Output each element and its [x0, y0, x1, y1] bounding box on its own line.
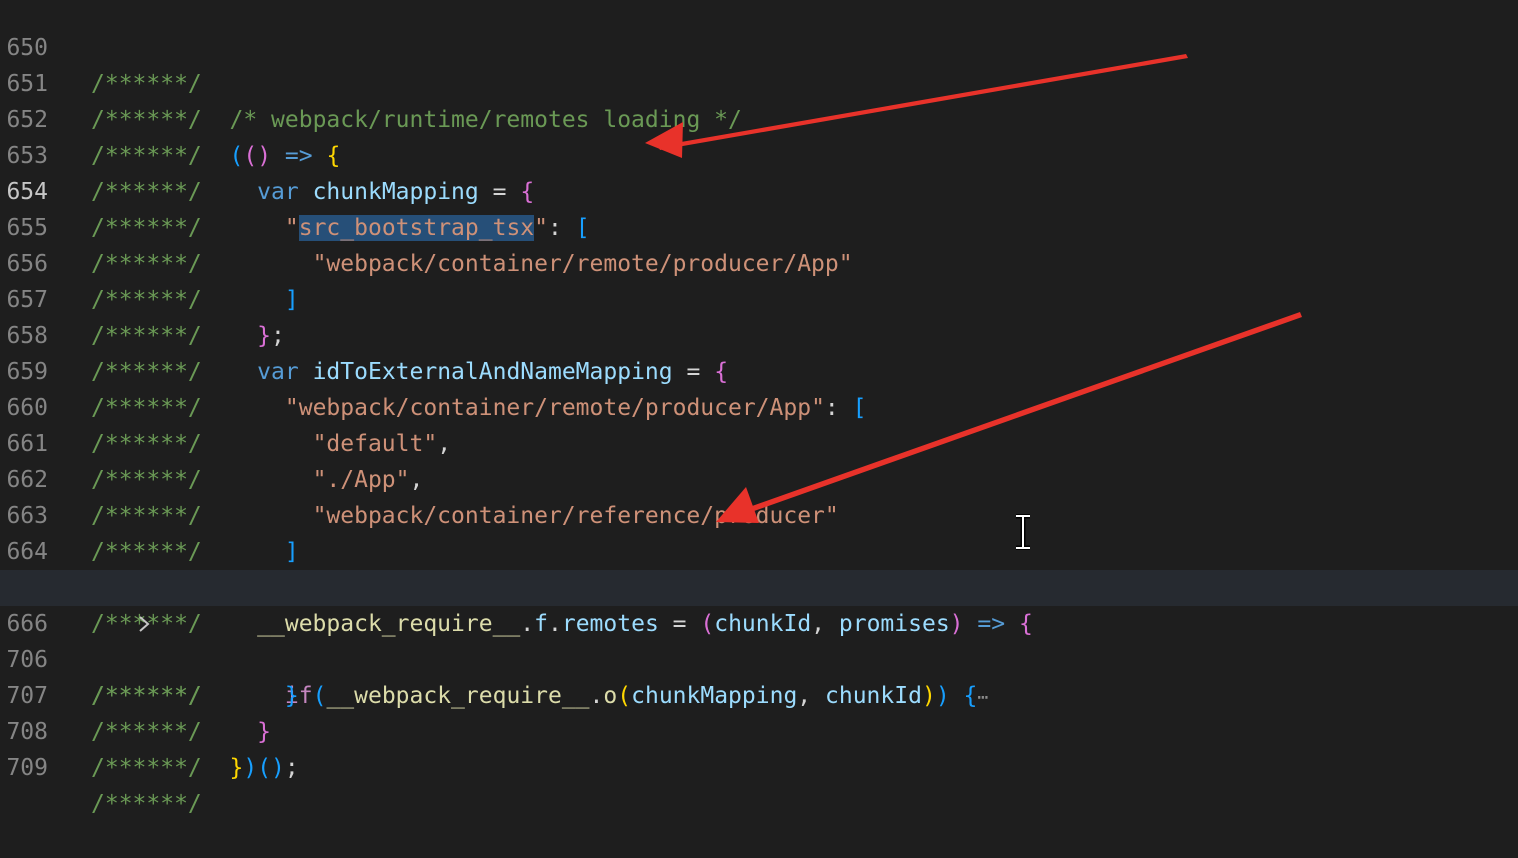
code-line-661[interactable]: 661 /******/ "./App",: [0, 390, 1518, 493]
code-line-655[interactable]: 655 /******/ "webpack/container/remote/p…: [0, 174, 1518, 277]
code-line-707[interactable]: 707 /******/ }: [0, 642, 1518, 745]
code-line-662[interactable]: 662 /******/ "webpack/container/referenc…: [0, 426, 1518, 529]
code-line-659[interactable]: 659 /******/ "webpack/container/remote/p…: [0, 318, 1518, 421]
code-line-656[interactable]: 656 /******/ ]: [0, 210, 1518, 313]
code-line-666[interactable]: 666 /******/ if(__webpack_require__.o(ch…: [0, 570, 1518, 709]
line-code: /******/: [91, 791, 202, 817]
code-line-658[interactable]: 658 /******/ var idToExternalAndNameMapp…: [0, 282, 1518, 385]
code-line-709[interactable]: 709 /******/: [0, 714, 1518, 817]
line-code: /******/ })();: [91, 755, 299, 781]
code-line-650[interactable]: 650 /******/: [0, 0, 1518, 97]
code-line-663[interactable]: 663 /******/ ]: [0, 462, 1518, 565]
code-line-657[interactable]: 657 /******/ };: [0, 246, 1518, 349]
line-number: 709: [6, 755, 48, 781]
text-ibeam-cursor-icon: [1016, 514, 1030, 550]
code-line-652[interactable]: 652 /******/ (() => {: [0, 66, 1518, 169]
code-line-665[interactable]: 665 /******/ __webpack_require__.f.remot…: [0, 534, 1518, 637]
code-line-651[interactable]: 651 /******/ /* webpack/runtime/remotes …: [0, 30, 1518, 133]
code-line-660[interactable]: 660 /******/ "default",: [0, 354, 1518, 457]
code-line-664[interactable]: 664 /******/ };: [0, 498, 1518, 601]
code-line-706[interactable]: 706 /******/ }: [0, 606, 1518, 709]
code-line-654[interactable]: 654 /******/ "src_bootstrap_tsx": [: [0, 138, 1518, 241]
ibeam-shape-inner: [1016, 515, 1030, 549]
code-line-708[interactable]: 708 /******/ })();: [0, 678, 1518, 781]
code-line-653[interactable]: 653 /******/ var chunkMapping = {: [0, 102, 1518, 205]
code-editor[interactable]: 650 /******/ 651 /******/ /* webpack/run…: [0, 0, 1518, 817]
